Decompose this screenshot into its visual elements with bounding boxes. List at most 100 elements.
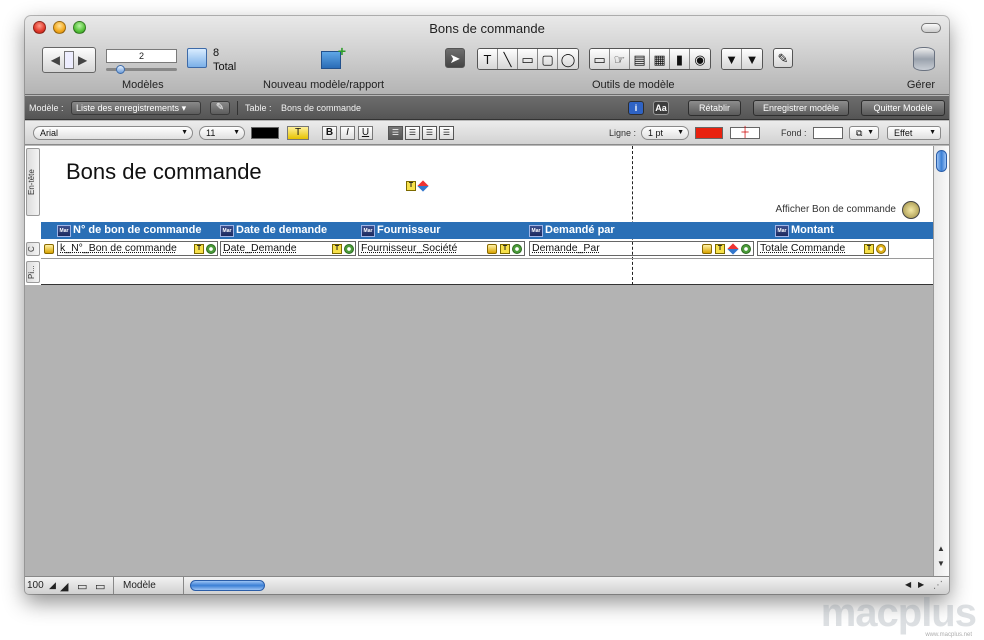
column-header-label: Date de demande [236, 224, 328, 236]
revert-button[interactable]: Rétablir [688, 100, 741, 116]
align-left-icon: ☰ [391, 128, 400, 137]
font-select-value: Arial [40, 128, 59, 138]
pointer-tool[interactable]: ➤ [445, 48, 465, 68]
merge-badge-icon: Mar [57, 225, 71, 237]
edit-layout-button[interactable]: ✎ [210, 101, 230, 115]
rounded-rectangle-tool[interactable]: ▢ [538, 49, 558, 69]
line-tool[interactable]: ╲ [498, 49, 518, 69]
column-header-label: Demandé par [545, 224, 615, 236]
toolbar-toggle-icon[interactable]: ▭ [77, 580, 87, 593]
vertical-scroll-thumb[interactable] [936, 150, 947, 172]
tab-control-tool[interactable]: ▤ [630, 49, 650, 69]
text-tool[interactable]: T [478, 49, 498, 69]
align-justify-button[interactable]: ☰ [439, 126, 454, 140]
layout-canvas[interactable]: Bons de commande T Afficher Bon de comma… [41, 146, 933, 285]
field-control-tool[interactable]: ▼ [722, 49, 742, 69]
layout-slider[interactable] [106, 65, 177, 74]
text-color-swatch[interactable] [251, 127, 279, 139]
column-header-po-number[interactable]: Mar N° de bon de commande [57, 222, 201, 239]
size-select[interactable]: 11 ▼ [199, 126, 245, 140]
show-order-button[interactable]: Afficher Bon de commande [776, 204, 896, 215]
italic-button[interactable]: I [340, 126, 355, 140]
merge-badge-icon: Mar [529, 225, 543, 237]
oval-tool[interactable]: ◯ [558, 49, 578, 69]
inspector-button[interactable]: i [628, 101, 644, 115]
align-right-button[interactable]: ☰ [422, 126, 437, 140]
web-viewer-tool[interactable]: ◉ [690, 49, 710, 69]
database-gear-icon[interactable] [913, 47, 935, 71]
scroll-right-icon[interactable]: ▶ [918, 580, 924, 589]
part-tab-header[interactable]: En-tête [26, 148, 40, 216]
zoom-level[interactable]: 100 [27, 580, 44, 591]
align-left-button[interactable]: ☰ [388, 126, 403, 140]
text-badge-icon: T [194, 244, 204, 254]
part-tool[interactable]: ▼ [742, 49, 762, 69]
line-color-swatch[interactable] [695, 127, 723, 139]
resize-grip-icon[interactable]: ⋰ [933, 580, 943, 591]
body-row: k_N°_Bon de commande T Date_Demande T Fo… [41, 239, 933, 259]
new-layout-button[interactable] [321, 43, 346, 69]
button-tool[interactable]: ☞ [610, 49, 630, 69]
fill-pattern-select[interactable]: ⧉ ▼ [849, 126, 879, 140]
slider-knob[interactable] [116, 65, 125, 74]
underline-button[interactable]: U [358, 126, 373, 140]
line-pattern-swatch[interactable]: ┼ [730, 127, 760, 139]
chevron-down-icon: ▼ [233, 129, 240, 136]
column-header-amount[interactable]: Mar Montant [775, 222, 834, 239]
script-button-icon[interactable] [902, 201, 920, 219]
layout-prefix: Modèle : [29, 103, 64, 113]
font-select[interactable]: Arial ▼ [33, 126, 193, 140]
layout-tools-label: Outils de modèle [592, 79, 675, 91]
book-icon[interactable] [64, 51, 74, 69]
magnifier-icon [344, 244, 354, 254]
chevron-down-icon: ▼ [677, 129, 684, 136]
rectangle-tool[interactable]: ▭ [518, 49, 538, 69]
script-trigger-icon [702, 244, 712, 254]
align-center-icon: ☰ [408, 128, 417, 137]
divider [113, 577, 114, 594]
zoom-out-icon[interactable]: ◢ [49, 580, 56, 591]
fill-color-swatch[interactable] [813, 127, 843, 139]
effect-select[interactable]: Effet ▼ [887, 126, 941, 140]
highlight-button[interactable]: T [287, 126, 309, 140]
current-layout-field[interactable]: 2 [106, 49, 177, 63]
zoom-in-icon[interactable]: ◢ [60, 580, 68, 593]
part-tab-footer[interactable]: Pi... [26, 261, 40, 283]
column-header-row: Mar N° de bon de commande Mar Date de dema… [41, 222, 933, 239]
font-panel-button[interactable]: Aa [653, 101, 669, 115]
scroll-left-icon[interactable]: ◀ [905, 580, 911, 589]
format-painter-tool[interactable]: ✎ [773, 48, 793, 68]
save-layout-button[interactable]: Enregistrer modèle [753, 100, 849, 116]
formatting-bar: Arial ▼ 11 ▼ T B I U ☰ ☰ ☰ ☰ Ligne : 1 pt ▼… [25, 121, 949, 145]
conditional-format-icon [417, 180, 429, 192]
mode-popup[interactable]: Modèle [123, 580, 156, 591]
chevron-down-icon: ▼ [181, 129, 188, 136]
scroll-up-icon[interactable]: ▲ [937, 544, 945, 553]
column-header-requested-by[interactable]: Mar Demandé par [529, 222, 615, 239]
text-badge-icon: T [406, 181, 416, 191]
portal-tool[interactable]: ▦ [650, 49, 670, 69]
column-header-supplier[interactable]: Mar Fournisseur [361, 222, 441, 239]
layout-title-text[interactable]: Bons de commande [66, 159, 262, 185]
line-label: Ligne : [609, 128, 637, 138]
align-justify-icon: ☰ [442, 128, 451, 137]
part-tab-body[interactable]: C [26, 242, 40, 256]
chevron-left-icon[interactable]: ◀ [51, 53, 60, 67]
footer-part[interactable] [41, 260, 933, 285]
scroll-down-icon[interactable]: ▼ [937, 559, 945, 568]
align-center-button[interactable]: ☰ [405, 126, 420, 140]
status-toolbar-icon[interactable]: ▭ [95, 580, 105, 593]
chart-tool[interactable]: ▮ [670, 49, 690, 69]
chevron-right-icon[interactable]: ▶ [78, 53, 87, 67]
bold-button[interactable]: B [322, 126, 337, 140]
horizontal-scroll-thumb[interactable] [190, 580, 265, 591]
vertical-scrollbar[interactable]: ▲ ▼ [933, 146, 949, 576]
column-header-date[interactable]: Mar Date de demande [220, 222, 327, 239]
layout-select[interactable]: Liste des enregistrements ▾ [71, 101, 201, 115]
total-label: Total [213, 61, 237, 73]
toolbar-toggle-button[interactable] [921, 23, 941, 33]
line-width-select[interactable]: 1 pt ▼ [641, 126, 689, 140]
layout-navigator[interactable]: ◀ ▶ [42, 47, 96, 73]
field-tool[interactable]: ▭ [590, 49, 610, 69]
exit-layout-button[interactable]: Quitter Modèle [861, 100, 945, 116]
